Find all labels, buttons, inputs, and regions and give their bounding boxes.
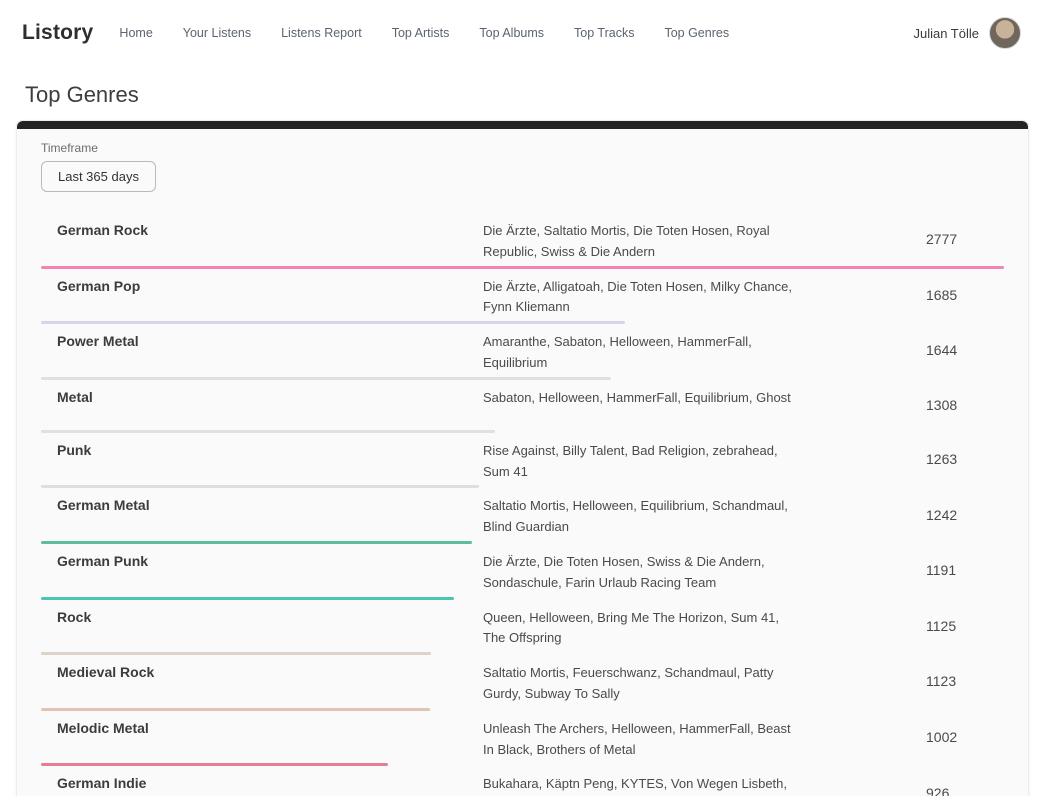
app-logo[interactable]: Listory	[22, 21, 93, 45]
genre-name: German Punk	[41, 547, 483, 594]
genre-table: German RockDie Ärzte, Saltatio Mortis, D…	[41, 216, 1004, 796]
genre-listen-count: 926	[926, 785, 1004, 796]
genre-name: Punk	[41, 436, 483, 483]
top-genres-card: Timeframe Last 365 days German RockDie Ä…	[16, 120, 1029, 796]
user-name: Julian Tölle	[913, 26, 979, 41]
genre-progress-bar	[41, 708, 430, 711]
genre-name: German Metal	[41, 491, 483, 538]
genre-progress-bar	[41, 597, 454, 600]
genre-row: Medieval RockSaltatio Mortis, Feuerschwa…	[41, 658, 1004, 714]
nav-item-top-artists[interactable]: Top Artists	[392, 26, 450, 40]
genre-name: Power Metal	[41, 327, 483, 374]
genre-listen-count: 1002	[926, 729, 1004, 745]
nav-links: Home Your Listens Listens Report Top Art…	[119, 26, 729, 40]
genre-row: PunkRise Against, Billy Talent, Bad Reli…	[41, 436, 1004, 492]
genre-row: German RockDie Ärzte, Saltatio Mortis, D…	[41, 216, 1004, 272]
timeframe-select[interactable]: Last 365 days	[41, 161, 156, 192]
card-accent-bar	[17, 121, 1028, 129]
nav-item-top-genres[interactable]: Top Genres	[664, 26, 729, 40]
genre-progress-bar	[41, 763, 388, 766]
genre-row: RockQueen, Helloween, Bring Me The Horiz…	[41, 603, 1004, 659]
genre-top-artists: Die Ärzte, Saltatio Mortis, Die Toten Ho…	[483, 216, 803, 263]
genre-top-artists: Queen, Helloween, Bring Me The Horizon, …	[483, 603, 803, 650]
genre-progress-bar	[41, 485, 479, 488]
genre-name: German Indie	[41, 769, 483, 796]
genre-row: German MetalSaltatio Mortis, Helloween, …	[41, 491, 1004, 547]
genre-name: German Rock	[41, 216, 483, 263]
genre-top-artists: Amaranthe, Sabaton, Helloween, HammerFal…	[483, 327, 803, 374]
genre-row: German PopDie Ärzte, Alligatoah, Die Tot…	[41, 272, 1004, 328]
genre-listen-count: 1191	[926, 562, 1004, 578]
genre-top-artists: Die Ärzte, Die Toten Hosen, Swiss & Die …	[483, 547, 803, 594]
timeframe-label: Timeframe	[41, 141, 1004, 155]
genre-name: Medieval Rock	[41, 658, 483, 705]
genre-top-artists: Saltatio Mortis, Feuerschwanz, Schandmau…	[483, 658, 803, 705]
nav-item-home[interactable]: Home	[119, 26, 152, 40]
genre-progress-bar	[41, 430, 495, 433]
genre-listen-count: 1685	[926, 287, 1004, 303]
genre-row: German PunkDie Ärzte, Die Toten Hosen, S…	[41, 547, 1004, 603]
genre-progress-bar	[41, 321, 625, 324]
nav-item-top-tracks[interactable]: Top Tracks	[574, 26, 634, 40]
genre-row: German IndieBukahara, Käptn Peng, KYTES,…	[41, 769, 1004, 796]
genre-listen-count: 1263	[926, 451, 1004, 467]
genre-listen-count: 1125	[926, 618, 1004, 634]
genre-top-artists: Bukahara, Käptn Peng, KYTES, Von Wegen L…	[483, 769, 803, 796]
genre-progress-bar	[41, 266, 1004, 269]
genre-name: Melodic Metal	[41, 714, 483, 761]
genre-row: Power MetalAmaranthe, Sabaton, Helloween…	[41, 327, 1004, 383]
genre-progress-bar	[41, 541, 472, 544]
genre-listen-count: 1308	[926, 397, 1004, 413]
genre-listen-count: 2777	[926, 231, 1004, 247]
genre-name: German Pop	[41, 272, 483, 319]
top-navigation-bar: Listory Home Your Listens Listens Report…	[0, 0, 1045, 66]
genre-top-artists: Die Ärzte, Alligatoah, Die Toten Hosen, …	[483, 272, 803, 319]
genre-name: Rock	[41, 603, 483, 650]
genre-row: MetalSabaton, Helloween, HammerFall, Equ…	[41, 383, 1004, 436]
genre-top-artists: Rise Against, Billy Talent, Bad Religion…	[483, 436, 803, 483]
genre-listen-count: 1123	[926, 673, 1004, 689]
genre-name: Metal	[41, 383, 483, 427]
user-avatar[interactable]	[989, 17, 1021, 49]
genre-progress-bar	[41, 377, 611, 380]
genre-top-artists: Unleash The Archers, Helloween, HammerFa…	[483, 714, 803, 761]
genre-listen-count: 1242	[926, 507, 1004, 523]
user-area: Julian Tölle	[913, 17, 1021, 49]
nav-item-top-albums[interactable]: Top Albums	[479, 26, 544, 40]
genre-listen-count: 1644	[926, 342, 1004, 358]
genre-progress-bar	[41, 652, 431, 655]
nav-item-your-listens[interactable]: Your Listens	[183, 26, 251, 40]
genre-row: Melodic MetalUnleash The Archers, Hellow…	[41, 714, 1004, 770]
card-body: Timeframe Last 365 days German RockDie Ä…	[17, 129, 1028, 796]
genre-top-artists: Sabaton, Helloween, HammerFall, Equilibr…	[483, 383, 803, 427]
page-title: Top Genres	[25, 82, 1045, 108]
genre-top-artists: Saltatio Mortis, Helloween, Equilibrium,…	[483, 491, 803, 538]
nav-item-listens-report[interactable]: Listens Report	[281, 26, 362, 40]
